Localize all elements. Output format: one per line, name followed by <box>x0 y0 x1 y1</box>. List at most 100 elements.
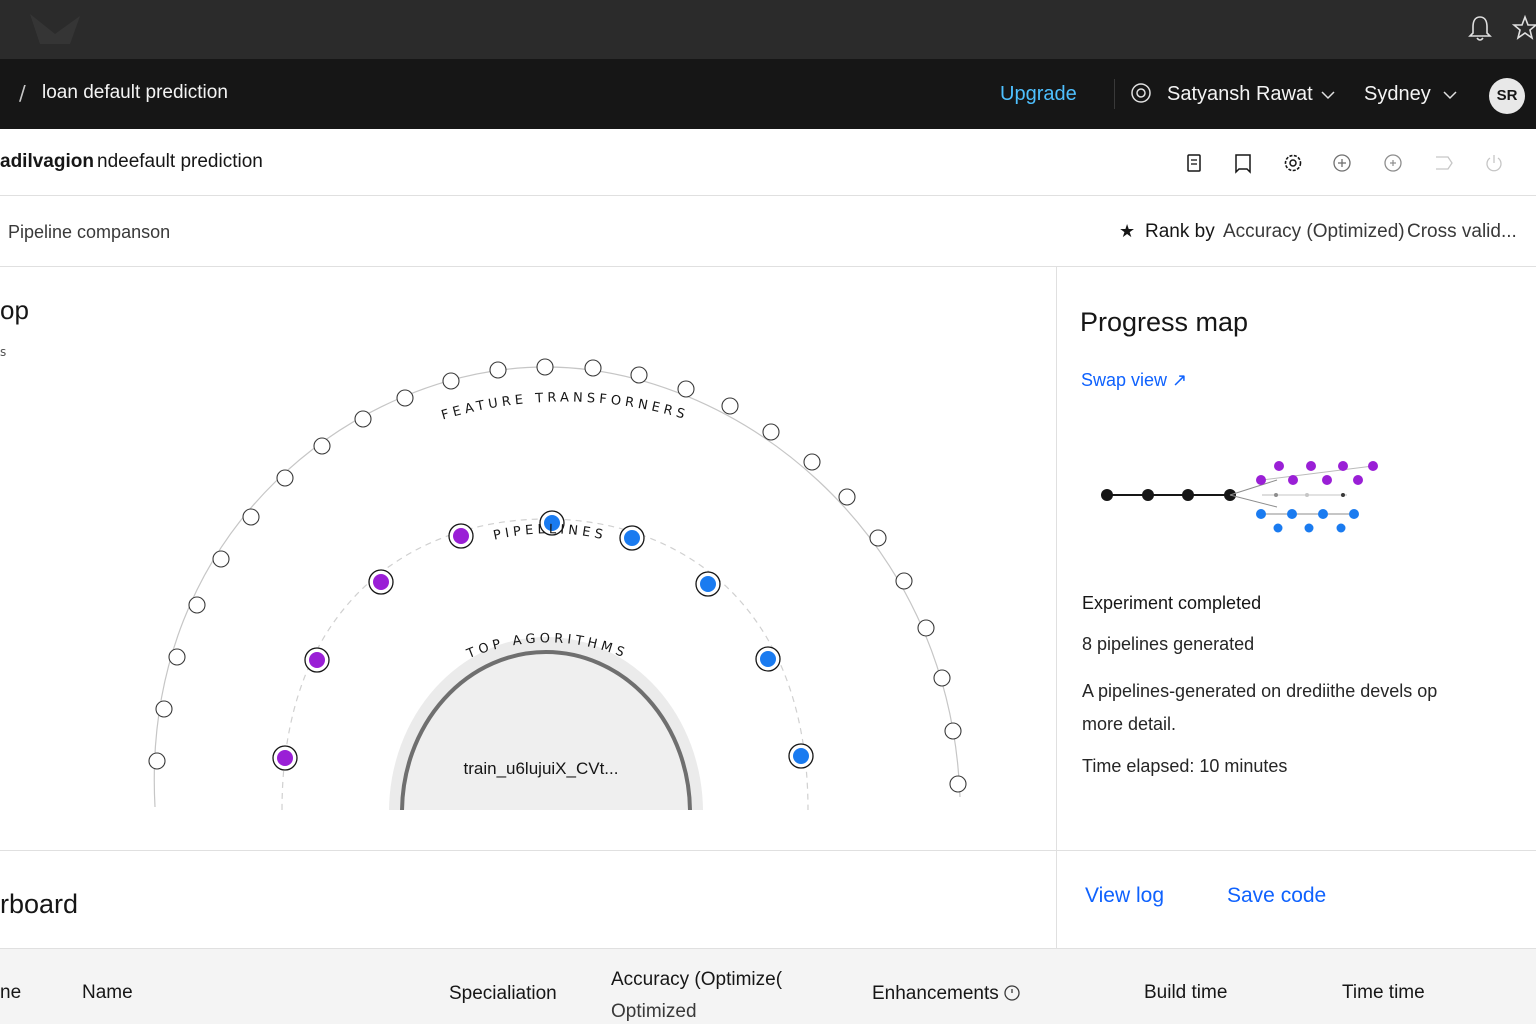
account-icon <box>1131 83 1151 103</box>
progress-node-purple <box>1288 475 1298 485</box>
feature-transformer-node[interactable] <box>396 389 414 407</box>
pipeline-node[interactable] <box>624 530 640 546</box>
feature-transformer-node[interactable] <box>442 372 460 390</box>
breadcrumb[interactable]: loan default prediction <box>42 82 228 104</box>
leaderboard-actions: View log Save code <box>1057 851 1536 949</box>
feature-transformer-node[interactable] <box>944 722 962 740</box>
progress-node-purple <box>1306 461 1316 471</box>
time-elapsed: Time elapsed: 10 minutes <box>1082 756 1288 776</box>
progress-node-blue <box>1336 523 1346 533</box>
feature-transformer-node[interactable] <box>168 648 186 666</box>
feature-transformer-node[interactable] <box>489 361 507 379</box>
browser-toolbar <box>0 0 1536 59</box>
save-code-link[interactable]: Save code <box>1227 884 1326 908</box>
progress-node-blue <box>1318 509 1328 519</box>
feature-transformer-node[interactable] <box>155 700 173 718</box>
leaderboard-title: rboard <box>0 889 79 919</box>
column-header-enhancements[interactable]: Enhancements <box>872 983 999 1005</box>
pipeline-comparison-title[interactable]: Pipeline companson <box>8 222 170 243</box>
feature-transformer-node[interactable] <box>917 619 935 637</box>
pipeline-node[interactable] <box>760 651 776 667</box>
experiment-name: ndeefault prediction <box>97 151 263 172</box>
progress-node-purple <box>1322 475 1332 485</box>
notebook-icon[interactable] <box>1182 151 1206 175</box>
feature-transformer-node[interactable] <box>933 669 951 687</box>
progress-node <box>1142 489 1154 501</box>
watermark-logo-icon <box>30 14 80 44</box>
progress-node-purple <box>1274 461 1284 471</box>
progress-node-purple <box>1353 475 1363 485</box>
feature-transformer-node[interactable] <box>242 508 260 526</box>
progress-node-blue <box>1256 509 1266 519</box>
info-icon[interactable] <box>1003 984 1021 1002</box>
progress-node-blue <box>1287 509 1297 519</box>
feature-transformer-node[interactable] <box>895 572 913 590</box>
project-name[interactable]: adilvagion <box>0 151 94 173</box>
chevron-down-icon[interactable] <box>1320 87 1336 103</box>
add-circle-icon[interactable] <box>1330 151 1354 175</box>
feature-transformer-node[interactable] <box>188 596 206 614</box>
avatar[interactable]: SR <box>1489 78 1525 114</box>
feature-transformer-node[interactable] <box>584 359 602 377</box>
star-icon: ★ <box>1119 221 1136 242</box>
rank-by-dropdown[interactable]: Accuracy (Optimized) <box>1223 221 1405 243</box>
svg-text:FEATURE TRANSFORNERS: FEATURE TRANSFORNERS <box>440 390 690 423</box>
feature-transformer-node[interactable] <box>276 469 294 487</box>
star-icon[interactable] <box>1512 13 1536 43</box>
feature-transformer-node[interactable] <box>949 775 967 793</box>
breadcrumb-separator: / <box>19 81 26 105</box>
feature-transformer-node[interactable] <box>762 423 780 441</box>
rank-by-label: Rank by <box>1145 221 1215 242</box>
column-header-accuracy[interactable]: Accuracy (Optimize( <box>611 969 782 991</box>
column-header-specialization[interactable]: Specialiation <box>449 983 557 1005</box>
feature-transformer-node[interactable] <box>721 397 739 415</box>
feature-transformer-node[interactable] <box>148 752 166 770</box>
bookmark-icon[interactable] <box>1231 151 1255 175</box>
pipeline-node[interactable] <box>373 574 389 590</box>
column-header-name[interactable]: Name <box>82 982 133 1004</box>
pipeline-node[interactable] <box>700 576 716 592</box>
feature-transformer-node[interactable] <box>354 410 372 428</box>
feature-transformer-node[interactable] <box>313 437 331 455</box>
relationship-map-panel: op s FEATURE TRANSFORNERS PIPELLINES TOP… <box>0 267 1057 851</box>
progress-node-blue <box>1304 523 1314 533</box>
feature-transformer-node[interactable] <box>869 529 887 547</box>
view-log-link[interactable]: View log <box>1085 884 1164 908</box>
progress-map-graph <box>1101 461 1378 533</box>
column-header-accuracy-sub: Optimized <box>611 1001 697 1022</box>
svg-text:PIPELLINES: PIPELLINES <box>492 522 608 543</box>
settings-icon[interactable] <box>1281 151 1305 175</box>
region-switcher[interactable]: Sydney <box>1364 83 1431 106</box>
progress-node-purple <box>1368 461 1378 471</box>
pipeline-node[interactable] <box>793 748 809 764</box>
cross-validation-dropdown[interactable]: Cross valid... <box>1407 221 1517 243</box>
ring-label-middle: PIPELLINES <box>492 522 604 543</box>
experiment-status: Experiment completed <box>1082 593 1262 613</box>
feature-transformer-node[interactable] <box>536 358 554 376</box>
account-switcher[interactable]: Satyansh Rawat <box>1167 83 1313 106</box>
progress-description: A pipelines-generated on drediithe devel… <box>1082 681 1438 734</box>
bell-icon[interactable] <box>1467 13 1493 43</box>
header-divider <box>1114 79 1115 109</box>
leaderboard-table-header: ne Name Specialiation Accuracy (Optimize… <box>0 949 1536 1024</box>
upgrade-link[interactable]: Upgrade <box>1000 83 1077 106</box>
feature-transformer-node[interactable] <box>838 488 856 506</box>
power-icon[interactable] <box>1482 151 1506 175</box>
chevron-down-icon[interactable] <box>1442 87 1458 103</box>
progress-node-purple <box>1338 461 1348 471</box>
leaderboard-header: rboard <box>0 851 1057 949</box>
feature-transformer-node[interactable] <box>212 550 230 568</box>
column-header-time[interactable]: Time time <box>1342 982 1425 1004</box>
pipeline-node[interactable] <box>453 528 469 544</box>
add-circle-outline-icon[interactable] <box>1381 151 1405 175</box>
center-label: train_u6lujuiX_CVt... <box>464 759 619 778</box>
column-header-rank[interactable]: ne <box>0 982 21 1004</box>
pipeline-node[interactable] <box>309 652 325 668</box>
edit-icon[interactable] <box>1432 151 1456 175</box>
feature-transformer-node[interactable] <box>803 453 821 471</box>
feature-transformer-node[interactable] <box>630 366 648 384</box>
column-header-build-time[interactable]: Build time <box>1144 982 1227 1004</box>
feature-transformer-node[interactable] <box>677 380 695 398</box>
ring-label-outer: FEATURE TRANSFORNERS <box>440 390 686 423</box>
pipeline-node[interactable] <box>277 750 293 766</box>
